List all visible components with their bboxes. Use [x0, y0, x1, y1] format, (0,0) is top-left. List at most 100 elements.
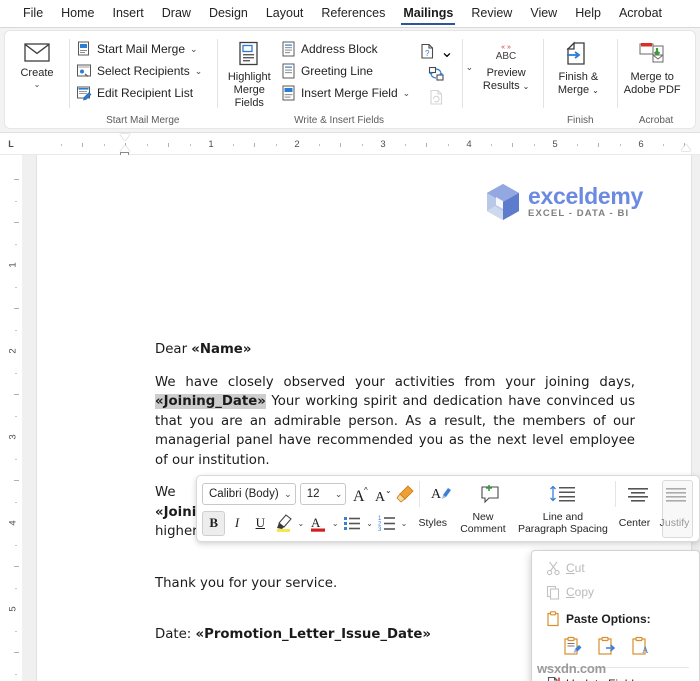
chevron-down-icon[interactable]: ⌄: [195, 66, 203, 77]
tab-label: Help: [575, 6, 601, 20]
first-line-indent-marker[interactable]: [120, 134, 130, 141]
merge-formatting-icon[interactable]: [594, 635, 618, 659]
merge-to-adobe-pdf-label: Merge to Adobe PDF: [623, 71, 681, 96]
font-size-combo[interactable]: 12 ⌄: [299, 483, 347, 505]
select-recipients-button[interactable]: Select Recipients ⌄: [73, 60, 207, 82]
vertical-ruler-dot: [15, 673, 17, 675]
font-color-button[interactable]: A ⌄: [306, 511, 339, 536]
finish-and-merge-button[interactable]: Finish & Merge ⌄: [547, 34, 609, 97]
merge-to-adobe-pdf-button[interactable]: Merge to Adobe PDF: [621, 34, 683, 97]
font-color-icon: A: [310, 515, 325, 532]
chevron-down-icon[interactable]: ⌄: [523, 82, 530, 91]
format-painter-button[interactable]: [394, 482, 416, 507]
horizontal-ruler-track[interactable]: 1 2 3 4 5 6: [36, 134, 692, 159]
chevron-down-icon[interactable]: ⌄: [297, 519, 304, 528]
paste-options-row: A: [532, 631, 699, 663]
tab-mailings[interactable]: Mailings: [394, 2, 462, 26]
tab-stop-selector[interactable]: L: [0, 133, 22, 155]
tab-file[interactable]: File: [14, 2, 52, 26]
chevron-down-icon[interactable]: ⌄: [284, 489, 292, 500]
styles-icon: A: [431, 487, 451, 502]
italic-button[interactable]: I: [225, 511, 248, 536]
ruler-dot: [103, 144, 105, 146]
merge-field-name[interactable]: «Name»: [191, 342, 251, 357]
highlight-merge-fields-icon: [239, 41, 258, 66]
context-menu-item-paste-options: Paste Options:: [532, 607, 699, 631]
chevron-down-icon[interactable]: ⌄: [190, 44, 198, 55]
merge-field-promotion-letter-issue-date[interactable]: «Promotion_Letter_Issue_Date»: [196, 627, 432, 642]
exceldemy-logo: exceldemy EXCEL - DATA - BI: [485, 183, 643, 221]
bullets-button[interactable]: ⌄: [341, 511, 373, 536]
new-comment-label-cell[interactable]: New Comment: [454, 511, 512, 535]
line-spacing-label-cell[interactable]: Line and Paragraph Spacing: [512, 511, 614, 535]
tab-help[interactable]: Help: [566, 2, 610, 26]
match-fields-button[interactable]: [428, 63, 445, 86]
horizontal-ruler[interactable]: L 1 2 3 4 5 6: [0, 133, 700, 159]
right-indent-marker[interactable]: [681, 144, 691, 151]
merge-field-joining-date[interactable]: «Joining_Date»: [155, 394, 266, 409]
chevron-down-icon[interactable]: ⌄: [335, 489, 343, 500]
greeting-line-button[interactable]: Greeting Line: [278, 60, 415, 82]
chevron-down-icon[interactable]: ⌄: [366, 519, 373, 528]
tab-label: References: [321, 6, 386, 20]
ruler-tick: [512, 143, 513, 147]
keep-source-formatting-icon[interactable]: [560, 635, 584, 659]
grow-font-button[interactable]: A ^: [350, 482, 372, 507]
insert-merge-field-button[interactable]: Insert Merge Field ⌄: [278, 82, 415, 104]
tab-view[interactable]: View: [521, 2, 566, 26]
create-button[interactable]: Create ⌄: [9, 34, 65, 89]
start-mail-merge-button[interactable]: Start Mail Merge ⌄: [73, 38, 207, 60]
tab-review[interactable]: Review: [462, 2, 521, 26]
shrink-font-button[interactable]: A ⌄: [372, 482, 394, 507]
chevron-down-icon[interactable]: ⌄: [440, 42, 453, 62]
start-mail-merge-icon: [78, 41, 89, 56]
keep-text-only-icon[interactable]: A: [628, 635, 652, 659]
grow-font-icon: A ^: [353, 486, 368, 504]
new-comment-button[interactable]: [463, 484, 517, 504]
tab-label: Insert: [112, 6, 144, 20]
tab-home[interactable]: Home: [52, 2, 103, 26]
hanging-indent-marker[interactable]: [120, 145, 130, 152]
insert-merge-field-icon: [282, 85, 295, 101]
center-label-cell[interactable]: Center: [614, 517, 655, 529]
styles-button[interactable]: A: [423, 484, 463, 504]
line-and-paragraph-spacing-button[interactable]: [517, 484, 613, 504]
font-name-combo[interactable]: Calibri (Body) ⌄: [202, 483, 296, 505]
preview-results-expand-chevron-icon[interactable]: ⌄: [466, 62, 474, 73]
mini-toolbar-row-2: B I U ⌄ A ⌄ ⌄ 1 2 3 ⌄ Styles New Comment…: [202, 509, 694, 537]
chevron-down-icon[interactable]: ⌄: [332, 519, 339, 528]
chevron-down-icon[interactable]: ⌄: [592, 86, 599, 95]
bold-button[interactable]: B: [202, 510, 226, 536]
vertical-ruler-track[interactable]: 1 2 3 4 5: [4, 167, 19, 681]
write-insert-icon-column: ? ⌄: [415, 34, 457, 109]
numbering-button[interactable]: 1 2 3 ⌄: [375, 511, 408, 536]
chevron-down-icon[interactable]: ⌄: [34, 81, 41, 89]
tab-acrobat[interactable]: Acrobat: [610, 2, 671, 26]
tab-insert[interactable]: Insert: [104, 2, 153, 26]
underline-button[interactable]: U: [249, 511, 272, 536]
highlight-merge-fields-button[interactable]: Highlight Merge Fields: [221, 34, 278, 110]
edit-recipient-list-button[interactable]: Edit Recipient List: [73, 82, 207, 104]
rules-button[interactable]: ? ⌄: [419, 40, 454, 63]
center-align-button[interactable]: [619, 484, 657, 504]
ribbon-group-start-mail-merge: Start Mail Merge ⌄ Select Recipients ⌄ E…: [69, 31, 217, 128]
tab-design[interactable]: Design: [200, 2, 257, 26]
mini-formatting-toolbar[interactable]: Calibri (Body) ⌄ 12 ⌄ A ^ A ⌄ A B I U ⌄ …: [196, 475, 700, 542]
greeting-line-label: Greeting Line: [300, 64, 373, 78]
address-block-button[interactable]: Address Block: [278, 38, 415, 60]
tab-layout[interactable]: Layout: [257, 2, 313, 26]
styles-label-cell[interactable]: Styles: [411, 517, 454, 529]
address-block-label: Address Block: [300, 42, 378, 56]
text-highlight-color-button[interactable]: ⌄: [272, 511, 304, 536]
tab-draw[interactable]: Draw: [153, 2, 200, 26]
start-mail-merge-items: Start Mail Merge ⌄ Select Recipients ⌄ E…: [73, 34, 207, 104]
chevron-down-icon[interactable]: ⌄: [401, 519, 408, 528]
preview-results-button[interactable]: « » ABC Preview Results ⌄: [475, 34, 537, 93]
underline-icon: U: [255, 515, 265, 530]
context-menu-item-copy[interactable]: Copy: [532, 580, 699, 604]
vertical-ruler[interactable]: 1 2 3 4 5: [0, 155, 22, 681]
context-menu-item-cut[interactable]: Cut: [532, 556, 699, 580]
chevron-down-icon[interactable]: ⌄: [403, 88, 411, 99]
svg-text:A: A: [431, 487, 442, 502]
tab-references[interactable]: References: [312, 2, 394, 26]
